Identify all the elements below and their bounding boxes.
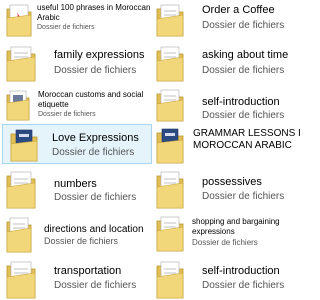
folder-name: Moroccan customs and social xyxy=(38,90,144,99)
book-icon xyxy=(10,129,38,162)
folder-type: Dossier de fichiers xyxy=(202,65,285,76)
folder-item-useful-phrases[interactable]: useful 100 phrases in Moroccan Arabic Do… xyxy=(0,0,150,40)
folder-item-directions[interactable]: directions and location Dossier de fichi… xyxy=(0,212,150,254)
folder-name: GRAMMAR LESSONS IN xyxy=(193,128,300,139)
folder-type: Dossier de fichiers xyxy=(54,192,137,203)
folder-type: Dossier de fichiers xyxy=(38,111,96,118)
folder-item-possessives[interactable]: possessives Dossier de fichiers xyxy=(150,166,300,210)
folder-type: Dossier de fichiers xyxy=(192,238,258,247)
folder-icon xyxy=(156,171,184,209)
folder-name-line2: MOROCCAN ARABIC xyxy=(193,140,292,151)
folder-name: possessives xyxy=(202,176,262,188)
folder-item-love-expressions[interactable]: Love Expressions Dossier de fichiers xyxy=(2,124,152,164)
folder-name: shopping and bargaining xyxy=(192,217,280,226)
folder-type: Dossier de fichiers xyxy=(202,20,285,31)
folder-item-grammar-lessons[interactable]: GRAMMAR LESSONS IN MOROCCAN ARABIC xyxy=(150,124,300,166)
folder-type: Dossier de fichiers xyxy=(202,191,285,202)
folder-item-shopping-bargaining[interactable]: shopping and bargaining expressions Doss… xyxy=(150,212,300,254)
folder-item-moroccan-customs[interactable]: Moroccan customs and social etiquette Do… xyxy=(0,86,150,124)
folder-name: Order a Coffee xyxy=(202,4,275,16)
folder-type: Dossier de fichiers xyxy=(202,110,285,121)
folder-icon xyxy=(6,4,32,37)
folder-type: Dossier de fichiers xyxy=(52,147,135,158)
folder-name-line2: Arabic xyxy=(37,13,60,22)
folder-icon xyxy=(156,46,184,82)
folder-item-asking-time[interactable]: asking about time Dossier de fichiers xyxy=(150,40,300,84)
folder-item-order-coffee[interactable]: Order a Coffee Dossier de fichiers xyxy=(150,0,300,40)
folder-name: family expressions xyxy=(54,49,145,61)
folder-item-self-introduction-2[interactable]: self-introduction Dossier de fichiers xyxy=(150,256,300,300)
folder-item-self-introduction[interactable]: self-introduction Dossier de fichiers xyxy=(150,86,300,124)
folder-icon xyxy=(156,261,184,299)
folder-icon xyxy=(156,216,184,252)
folder-name: directions and location xyxy=(44,224,144,235)
folder-name-line2: expressions xyxy=(192,227,235,236)
folder-icon xyxy=(6,261,36,299)
folder-type: Dossier de fichiers xyxy=(44,236,119,246)
folder-icon xyxy=(6,217,32,253)
book-icon xyxy=(156,128,184,164)
folder-name: useful 100 phrases in Moroccan xyxy=(37,3,150,12)
folder-icon xyxy=(156,89,184,122)
folder-item-transportation[interactable]: transportation Dossier de fichiers xyxy=(0,256,150,300)
folder-icon xyxy=(6,90,30,121)
folder-name: asking about time xyxy=(202,49,289,61)
folder-name: Love Expressions xyxy=(52,132,139,144)
folder-name: transportation xyxy=(54,265,122,277)
folder-type: Dossier de fichiers xyxy=(54,280,137,291)
folder-name: self-introduction xyxy=(202,265,280,277)
folder-type: Dossier de fichiers xyxy=(202,280,285,291)
folder-item-family-expressions[interactable]: family expressions Dossier de fichiers xyxy=(0,40,150,84)
folder-name-line2: etiquette xyxy=(38,100,69,109)
folder-name: self-introduction xyxy=(202,96,280,108)
folder-type: Dossier de fichiers xyxy=(37,24,95,31)
folder-type: Dossier de fichiers xyxy=(54,65,137,76)
folder-icon xyxy=(156,4,184,37)
folder-icon xyxy=(6,171,36,209)
folder-name: numbers xyxy=(54,178,97,190)
folder-item-numbers[interactable]: numbers Dossier de fichiers xyxy=(0,166,150,210)
folder-icon xyxy=(6,46,36,82)
